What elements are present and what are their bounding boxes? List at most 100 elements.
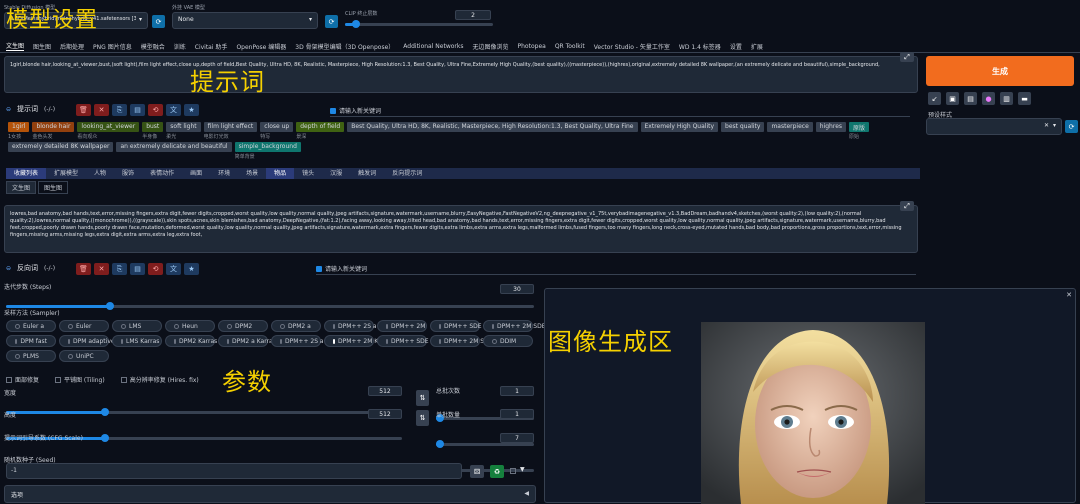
sampler-radio[interactable]: DPM2 a — [271, 320, 321, 332]
negative-textarea[interactable]: lowres,bad anatomy,bad hands,text,error,… — [4, 205, 918, 253]
prompt-tag[interactable]: masterpiece — [767, 122, 813, 139]
option-checkbox[interactable]: 平铺图 (Tiling) — [55, 375, 105, 384]
prompt-tag[interactable]: extremely detailed 8K wallpaper — [8, 142, 114, 159]
width-value[interactable]: 512 — [368, 386, 402, 396]
tab-7[interactable]: OpenPose 编辑器 — [236, 42, 286, 51]
generated-image[interactable] — [701, 322, 925, 504]
tab-16[interactable]: 扩展 — [751, 42, 763, 51]
expand-icon[interactable]: ⤢ — [900, 201, 914, 211]
options-accordion[interactable]: 选项 ◀ — [4, 485, 536, 503]
prompt-tag[interactable]: Best Quality, Ultra HD, 8K, Realistic, M… — [347, 122, 638, 139]
steps-value[interactable]: 30 — [500, 284, 534, 294]
prompt-tag[interactable]: highres — [815, 122, 847, 139]
paste-icon[interactable]: ▤ — [130, 263, 145, 275]
delete-icon[interactable]: ✕ — [94, 104, 109, 116]
tab-1[interactable]: 图生图 — [33, 42, 51, 51]
sampler-radio[interactable]: LMS — [112, 320, 162, 332]
sampler-radio[interactable]: PLMS — [6, 350, 56, 362]
prompt-tag[interactable]: 原版 原始 — [849, 122, 870, 140]
tab-5[interactable]: 训练 — [174, 42, 186, 51]
category-tab[interactable]: 人物 — [86, 168, 114, 179]
prompt-tag[interactable]: simple_background 简单背景 — [234, 142, 301, 160]
prompt-tag[interactable]: blonde hair 金色头发 — [32, 122, 75, 140]
prompt-tag[interactable]: film light effect 电影灯光效 — [203, 122, 258, 140]
delete-icon[interactable]: ✕ — [94, 263, 109, 275]
prompt-tag[interactable]: an extremely delicate and beautiful — [116, 142, 232, 159]
sampler-radio[interactable]: DPM++ 2M SDE Karras — [430, 335, 514, 347]
sampler-radio[interactable]: DPM2 Karras — [165, 335, 217, 347]
category-tab[interactable]: 场景 — [238, 168, 266, 179]
tab-9[interactable]: Additional Networks — [403, 43, 463, 50]
option-checkbox[interactable]: 面部修复 — [6, 375, 39, 384]
batch-count-value[interactable]: 1 — [500, 386, 534, 396]
sampler-radio[interactable]: DPM++ 2S a — [324, 320, 377, 332]
height-value[interactable]: 512 — [368, 409, 402, 419]
tab-15[interactable]: 设置 — [730, 42, 742, 51]
extra-checkbox[interactable] — [510, 468, 516, 474]
favorite-icon[interactable]: ★ — [184, 263, 199, 275]
history-icon[interactable]: ⟲ — [148, 104, 163, 116]
sampler-radio[interactable]: DPM++ 2M Karras — [324, 335, 393, 347]
swap-dimensions-icon[interactable]: ⇅ — [416, 410, 429, 426]
category-tab[interactable]: 汉服 — [322, 168, 350, 179]
refresh-icon[interactable]: ⟳ — [1065, 120, 1078, 133]
category-tab[interactable]: 触发词 — [350, 168, 384, 179]
category-tab[interactable]: 环境 — [210, 168, 238, 179]
new-keyword-checkbox[interactable]: 请输入新关键词 — [330, 106, 381, 115]
prompt-tag[interactable]: 1girl 1女孩 — [8, 122, 30, 140]
vae-select[interactable]: None ▾ — [172, 12, 318, 29]
favorite-icon[interactable]: ★ — [184, 104, 199, 116]
prompt-tag[interactable]: depth of field 景深 — [296, 122, 345, 140]
prompt-tag[interactable]: Extremely High Quality — [640, 122, 719, 139]
prompt-textarea[interactable]: 1girl,blonde hair,looking_at_viewer,bust… — [4, 56, 918, 93]
tab-14[interactable]: WD 1.4 标签器 — [679, 42, 721, 51]
expand-icon[interactable]: ⤢ — [900, 52, 914, 62]
category-tab[interactable]: 画面 — [182, 168, 210, 179]
tab-6[interactable]: Civitai 助手 — [195, 42, 228, 51]
category-tab[interactable]: 服饰 — [114, 168, 142, 179]
tab-10[interactable]: 无边图像浏览 — [473, 42, 509, 51]
trash-icon[interactable]: ▣ — [946, 92, 959, 105]
tab-13[interactable]: Vector Studio - 矢量工作室 — [594, 42, 670, 51]
category-tab[interactable]: 物品 — [266, 168, 295, 179]
sampler-radio[interactable]: DPM fast — [6, 335, 56, 347]
history-icon[interactable]: ⟲ — [148, 263, 163, 275]
dice-icon[interactable]: ⚄ — [470, 465, 484, 478]
arrow-icon[interactable]: ↙ — [928, 92, 941, 105]
close-icon[interactable]: ✕ — [1066, 291, 1072, 299]
category-tab[interactable]: 表情动作 — [142, 168, 182, 179]
sampler-radio[interactable]: DDIM — [483, 335, 533, 347]
close-icon[interactable]: ✕ — [1044, 122, 1049, 131]
sub-tab[interactable]: 文生图 — [6, 181, 37, 194]
translate-icon[interactable]: 文 — [166, 104, 181, 116]
tab-0[interactable]: 文生图 — [6, 41, 25, 51]
tab-3[interactable]: PNG 图片信息 — [93, 42, 132, 51]
prompt-tag[interactable]: looking_at_viewer 看向观众 — [77, 122, 140, 140]
width-slider[interactable] — [6, 408, 402, 416]
save-icon[interactable]: ▬ — [1018, 92, 1031, 105]
collapse-icon[interactable]: ⊖ — [6, 106, 11, 113]
sampler-radio[interactable]: DPM++ 2S a Karras — [271, 335, 345, 347]
sampler-radio[interactable]: Euler — [59, 320, 109, 332]
clip-value[interactable]: 2 — [455, 10, 491, 20]
prompt-tag[interactable]: best quality — [721, 122, 765, 139]
option-checkbox[interactable]: 高分辨率修复 (Hires. fix) — [120, 375, 199, 384]
category-tab[interactable]: 收藏列表 — [6, 168, 47, 179]
copy-icon[interactable]: ⎘ — [112, 104, 127, 116]
tab-4[interactable]: 模型融合 — [141, 42, 165, 51]
prompt-tag[interactable]: soft light 柔光 — [166, 122, 201, 140]
neg-new-keyword-checkbox[interactable]: 请输入新关键词 — [316, 264, 367, 273]
refresh-icon[interactable]: ⟳ — [325, 15, 338, 28]
palette-icon[interactable]: ● — [982, 92, 995, 105]
sub-tab[interactable]: 图生图 — [38, 181, 69, 194]
category-tab[interactable]: 反向提示词 — [384, 168, 430, 179]
sampler-radio[interactable]: Heun — [165, 320, 215, 332]
refresh-icon[interactable]: ⟳ — [152, 15, 165, 28]
tab-8[interactable]: 3D 骨架模型编辑（3D Openpose） — [295, 42, 394, 51]
tab-12[interactable]: QR Toolkit — [555, 43, 585, 50]
sampler-radio[interactable]: DPM adaptive — [59, 335, 115, 347]
note-icon[interactable]: ▥ — [1000, 92, 1013, 105]
clip-slider[interactable] — [345, 20, 493, 28]
sampler-radio[interactable]: DPM++ SDE Karras — [377, 335, 450, 347]
sampler-radio[interactable]: Euler a — [6, 320, 56, 332]
